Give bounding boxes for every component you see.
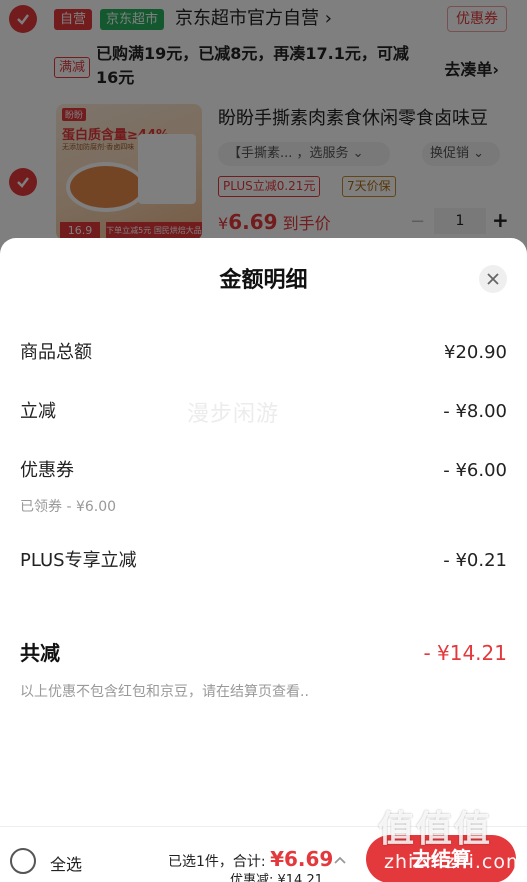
select-all-label[interactable]: 全选 <box>50 851 82 875</box>
coupon-claimed-note: 已领券 - ¥6.00 <box>20 499 117 515</box>
close-icon <box>487 273 499 285</box>
site-watermark-logo: 值值值 <box>378 809 493 850</box>
row-instant-discount: 立减 - ¥8.00 <box>20 398 507 426</box>
row-goods-total: 商品总额 ¥20.90 <box>20 339 507 367</box>
row-coupon: 优惠券 - ¥6.00 <box>20 457 507 485</box>
discount-note: 以上优惠不包含红包和京豆，请在结算页查看.. <box>20 684 309 700</box>
discount-summary: 优惠减: ¥14.21 <box>230 873 323 882</box>
total-value: - ¥14.21 <box>423 641 507 665</box>
row-label: 优惠券 <box>20 460 74 481</box>
site-watermark-url: zhizhizhi.com <box>384 851 526 873</box>
row-value: - ¥8.00 <box>443 401 507 422</box>
chevron-up-icon[interactable] <box>333 853 347 867</box>
total-amount: ¥6.69 <box>270 847 334 871</box>
amount-detail-sheet: 金额明细 漫步闲游 商品总额 ¥20.90 立减 - ¥8.00 优惠券 - ¥… <box>0 238 527 882</box>
total-discount-row: 共减 - ¥14.21 <box>20 638 507 670</box>
row-plus-discount: PLUS专享立减 - ¥0.21 <box>20 547 507 575</box>
total-label: 共减 <box>20 641 60 665</box>
close-button[interactable] <box>479 265 507 293</box>
select-all-radio[interactable] <box>10 848 36 874</box>
row-label: PLUS专享立减 <box>20 550 137 571</box>
row-value: - ¥0.21 <box>443 550 507 571</box>
row-value: ¥20.90 <box>444 342 507 363</box>
row-label: 立减 <box>20 401 56 422</box>
row-value: - ¥6.00 <box>443 460 507 481</box>
row-label: 商品总额 <box>20 342 92 363</box>
sheet-title: 金额明细 <box>219 268 308 293</box>
order-total: 已选1件，合计: ¥6.69 <box>168 847 334 871</box>
